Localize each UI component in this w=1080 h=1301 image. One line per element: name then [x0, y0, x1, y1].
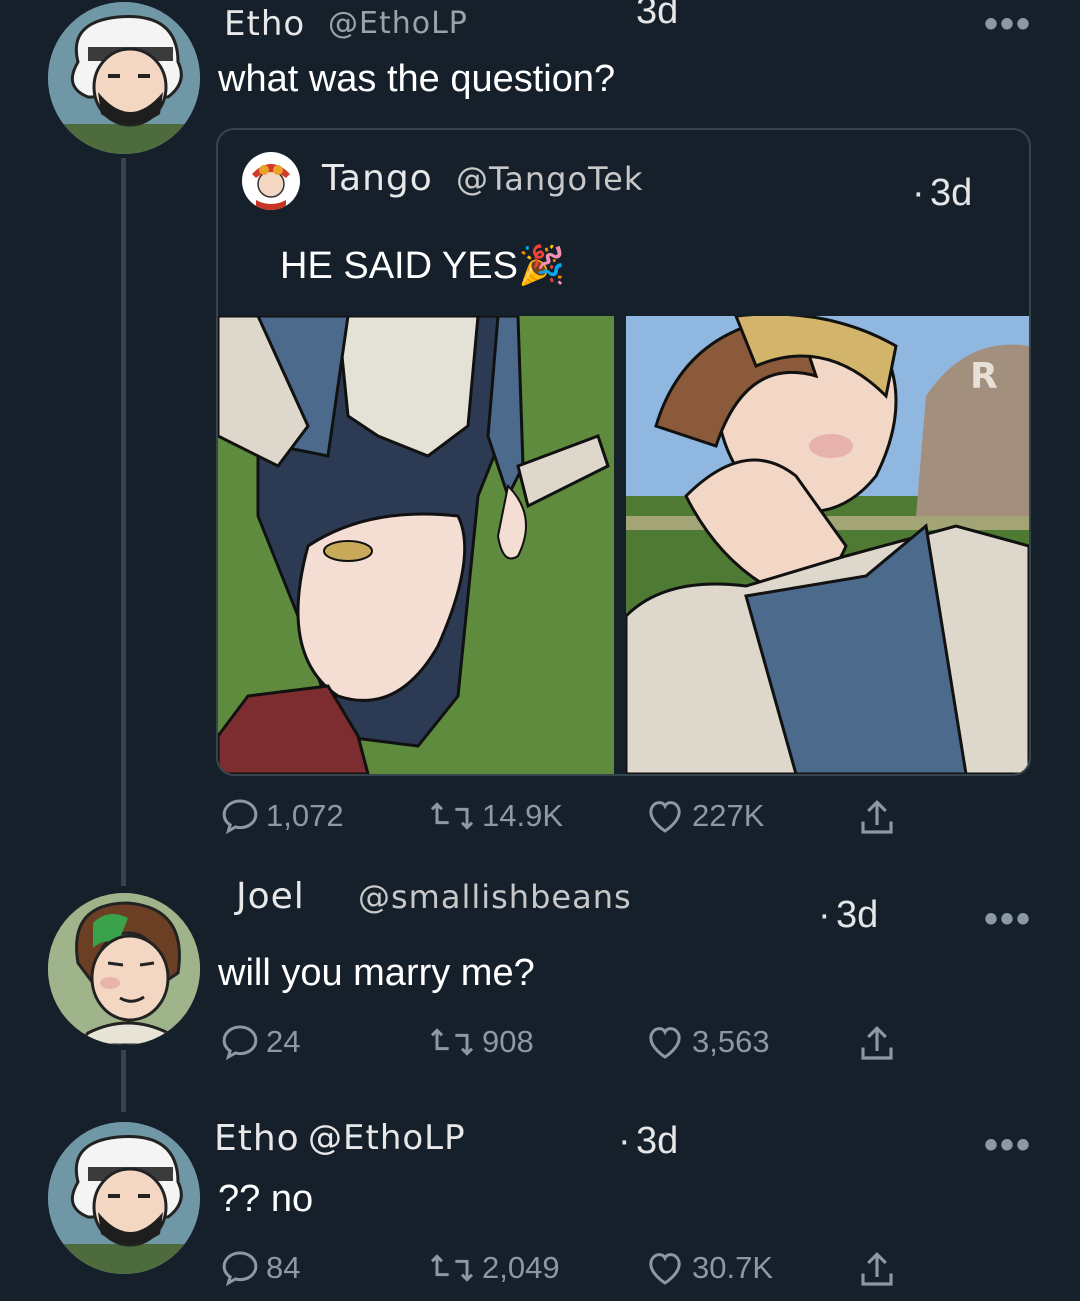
display-name[interactable]: Etho: [214, 1118, 300, 1159]
more-icon[interactable]: •••: [984, 1123, 1032, 1168]
retweet-icon: [430, 802, 474, 830]
user-handle[interactable]: @TangoTek: [456, 160, 643, 198]
media-image-right[interactable]: R: [624, 312, 1029, 774]
share-icon: [861, 1026, 893, 1060]
quoted-tweet[interactable]: Tango @TangoTek · 3d HE SAID YES🎉 R: [216, 128, 1031, 776]
share-icon: [861, 1252, 893, 1286]
user-handle[interactable]: @smallishbeans: [358, 878, 632, 916]
more-icon[interactable]: •••: [984, 897, 1032, 942]
media-image-left[interactable]: [218, 314, 614, 774]
thread-line: [121, 158, 126, 886]
timestamp[interactable]: 3d: [636, 1120, 678, 1163]
retweet-count: 908: [482, 1024, 534, 1059]
like-button[interactable]: 3,563: [644, 1022, 770, 1062]
barn-letter: R: [970, 356, 998, 397]
avatar[interactable]: [48, 893, 200, 1045]
avatar: [242, 152, 300, 210]
retweet-icon: [430, 1254, 474, 1282]
reply-button[interactable]: 24: [220, 1022, 300, 1062]
tweet-text: will you marry me?: [218, 952, 535, 994]
like-count: 30.7K: [692, 1250, 774, 1285]
tweet-text: ?? no: [218, 1178, 314, 1220]
reply-icon: [222, 1025, 258, 1061]
display-name[interactable]: Tango: [322, 158, 433, 199]
retweet-icon: [430, 1028, 474, 1056]
user-handle[interactable]: @EthoLP: [308, 1118, 466, 1158]
like-icon: [649, 1253, 681, 1285]
retweet-count: 14.9K: [482, 798, 564, 833]
timestamp[interactable]: 3d: [636, 0, 678, 33]
reply-count: 24: [266, 1024, 301, 1059]
retweet-count: 2,049: [482, 1250, 560, 1285]
retweet-button[interactable]: 908: [428, 1022, 534, 1062]
reply-icon: [222, 799, 258, 835]
share-button[interactable]: [856, 1022, 898, 1066]
reply-button[interactable]: 84: [220, 1248, 300, 1288]
like-count: 227K: [692, 798, 765, 833]
display-name[interactable]: Joel: [236, 876, 305, 917]
timestamp-dot: ·: [618, 1120, 631, 1162]
timestamp-dot: ·: [818, 894, 831, 936]
share-icon: [861, 800, 893, 834]
avatar[interactable]: [48, 2, 200, 154]
share-button[interactable]: [856, 796, 898, 840]
like-button[interactable]: 227K: [644, 796, 764, 836]
timestamp-dot: ·: [912, 172, 925, 214]
user-handle[interactable]: @EthoLP: [328, 6, 468, 41]
reply-icon: [222, 1251, 258, 1287]
reply-button[interactable]: 1,072: [220, 796, 344, 836]
retweet-button[interactable]: 2,049: [428, 1248, 560, 1288]
reply-count: 1,072: [266, 798, 344, 833]
like-icon: [649, 801, 681, 833]
thread-line: [121, 1050, 126, 1112]
reply-count: 84: [266, 1250, 301, 1285]
share-button[interactable]: [856, 1248, 898, 1292]
tweet-text: what was the question?: [218, 58, 616, 100]
retweet-button[interactable]: 14.9K: [428, 796, 563, 836]
like-count: 3,563: [692, 1024, 770, 1059]
display-name[interactable]: Etho: [224, 4, 305, 44]
avatar[interactable]: [48, 1122, 200, 1274]
more-icon[interactable]: •••: [984, 2, 1032, 47]
timestamp[interactable]: 3d: [930, 172, 972, 215]
timestamp[interactable]: 3d: [836, 894, 878, 937]
like-icon: [649, 1027, 681, 1059]
like-button[interactable]: 30.7K: [644, 1248, 773, 1288]
quoted-tweet-text: HE SAID YES🎉: [280, 245, 566, 287]
